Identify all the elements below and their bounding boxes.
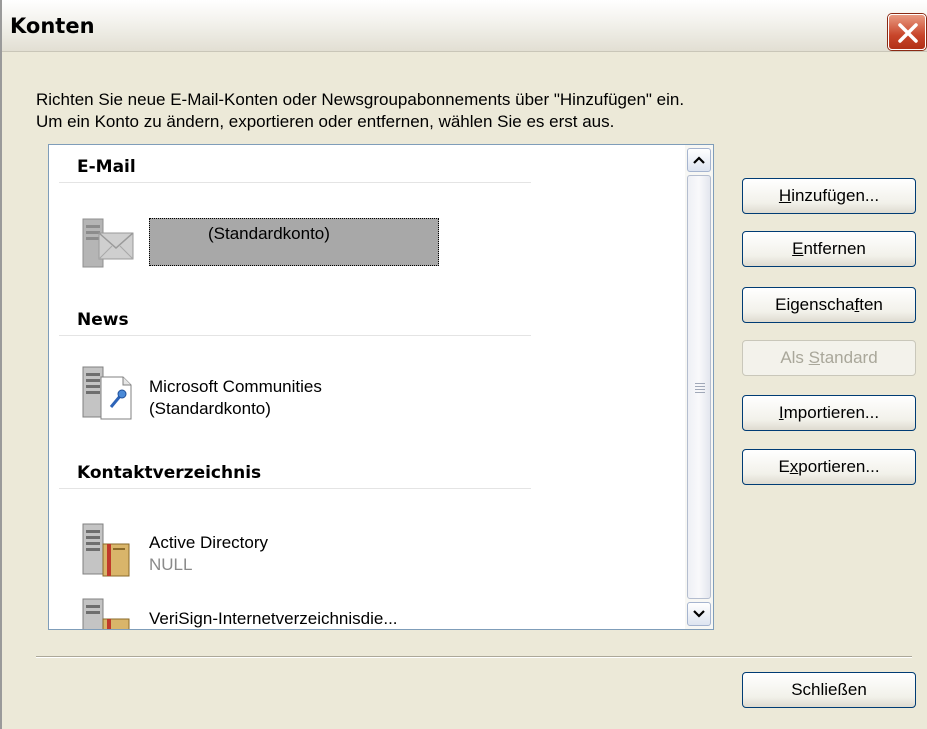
scroll-down-button[interactable]: [687, 602, 711, 626]
button-label: Eigenscha: [775, 295, 855, 314]
account-line-1: Microsoft Communities: [149, 377, 322, 396]
account-name: (Standardkonto): [208, 224, 330, 243]
button-label: tandard: [820, 348, 878, 367]
news-server-icon: [82, 366, 132, 420]
footer-divider: [36, 656, 912, 658]
button-label: ten: [859, 295, 883, 314]
export-button[interactable]: Exportieren...: [742, 449, 916, 485]
close-button[interactable]: Schließen: [742, 672, 916, 708]
button-label: inzufügen...: [791, 186, 880, 205]
vertical-scrollbar[interactable]: [685, 145, 713, 629]
scroll-up-button[interactable]: [687, 148, 711, 172]
mail-server-icon: [82, 218, 134, 268]
section-divider: [59, 335, 531, 336]
button-label-accelerator: E: [792, 239, 804, 258]
directory-server-icon: [82, 598, 130, 629]
scroll-thumb[interactable]: [687, 175, 711, 599]
accounts-list[interactable]: E-Mail (Standardkonto) News Microsoft Co…: [48, 144, 714, 630]
button-label: Als: [780, 348, 809, 367]
button-label-accelerator: S: [808, 348, 820, 367]
account-line-1: Active Directory: [149, 533, 269, 552]
import-button[interactable]: Importieren...: [742, 395, 916, 431]
section-header-news: News: [77, 310, 129, 330]
close-icon: [898, 23, 918, 43]
button-label: E: [778, 457, 790, 476]
section-divider: [59, 182, 531, 183]
directory-server-icon: [82, 523, 130, 577]
set-default-button[interactable]: Als Standard: [742, 340, 916, 376]
account-line-1: VeriSign-Internetverzeichnisdie...: [149, 609, 398, 628]
instruction-line-1: Richten Sie neue E-Mail-Konten oder News…: [36, 90, 685, 109]
button-label: portieren...: [798, 457, 880, 476]
account-email-default[interactable]: (Standardkonto): [149, 218, 439, 266]
instructions: Richten Sie neue E-Mail-Konten oder News…: [36, 89, 684, 133]
button-label-accelerator: x: [789, 457, 799, 476]
section-divider: [59, 488, 531, 489]
grip-icon: [695, 383, 705, 395]
section-header-directory: Kontaktverzeichnis: [77, 463, 262, 483]
section-header-email: E-Mail: [77, 157, 136, 177]
properties-button[interactable]: Eigenschaften: [742, 287, 916, 323]
close-window-button[interactable]: [888, 14, 926, 50]
chevron-down-icon: [693, 610, 705, 618]
account-line-2: NULL: [149, 555, 193, 574]
button-label-accelerator: H: [778, 186, 792, 205]
add-account-button[interactable]: Hinzufügen...: [742, 178, 916, 214]
title-bar[interactable]: Konten: [2, 0, 927, 52]
remove-account-button[interactable]: Entfernen: [742, 231, 916, 267]
button-label: mportieren...: [783, 403, 880, 422]
account-line-2: (Standardkonto): [149, 399, 271, 418]
chevron-up-icon: [693, 156, 705, 164]
instruction-line-2: Um ein Konto zu ändern, exportieren oder…: [36, 112, 615, 131]
window-title: Konten: [10, 14, 95, 38]
accounts-dialog: Konten Richten Sie neue E-Mail-Konten od…: [0, 0, 927, 729]
button-label: ntfernen: [803, 239, 866, 258]
